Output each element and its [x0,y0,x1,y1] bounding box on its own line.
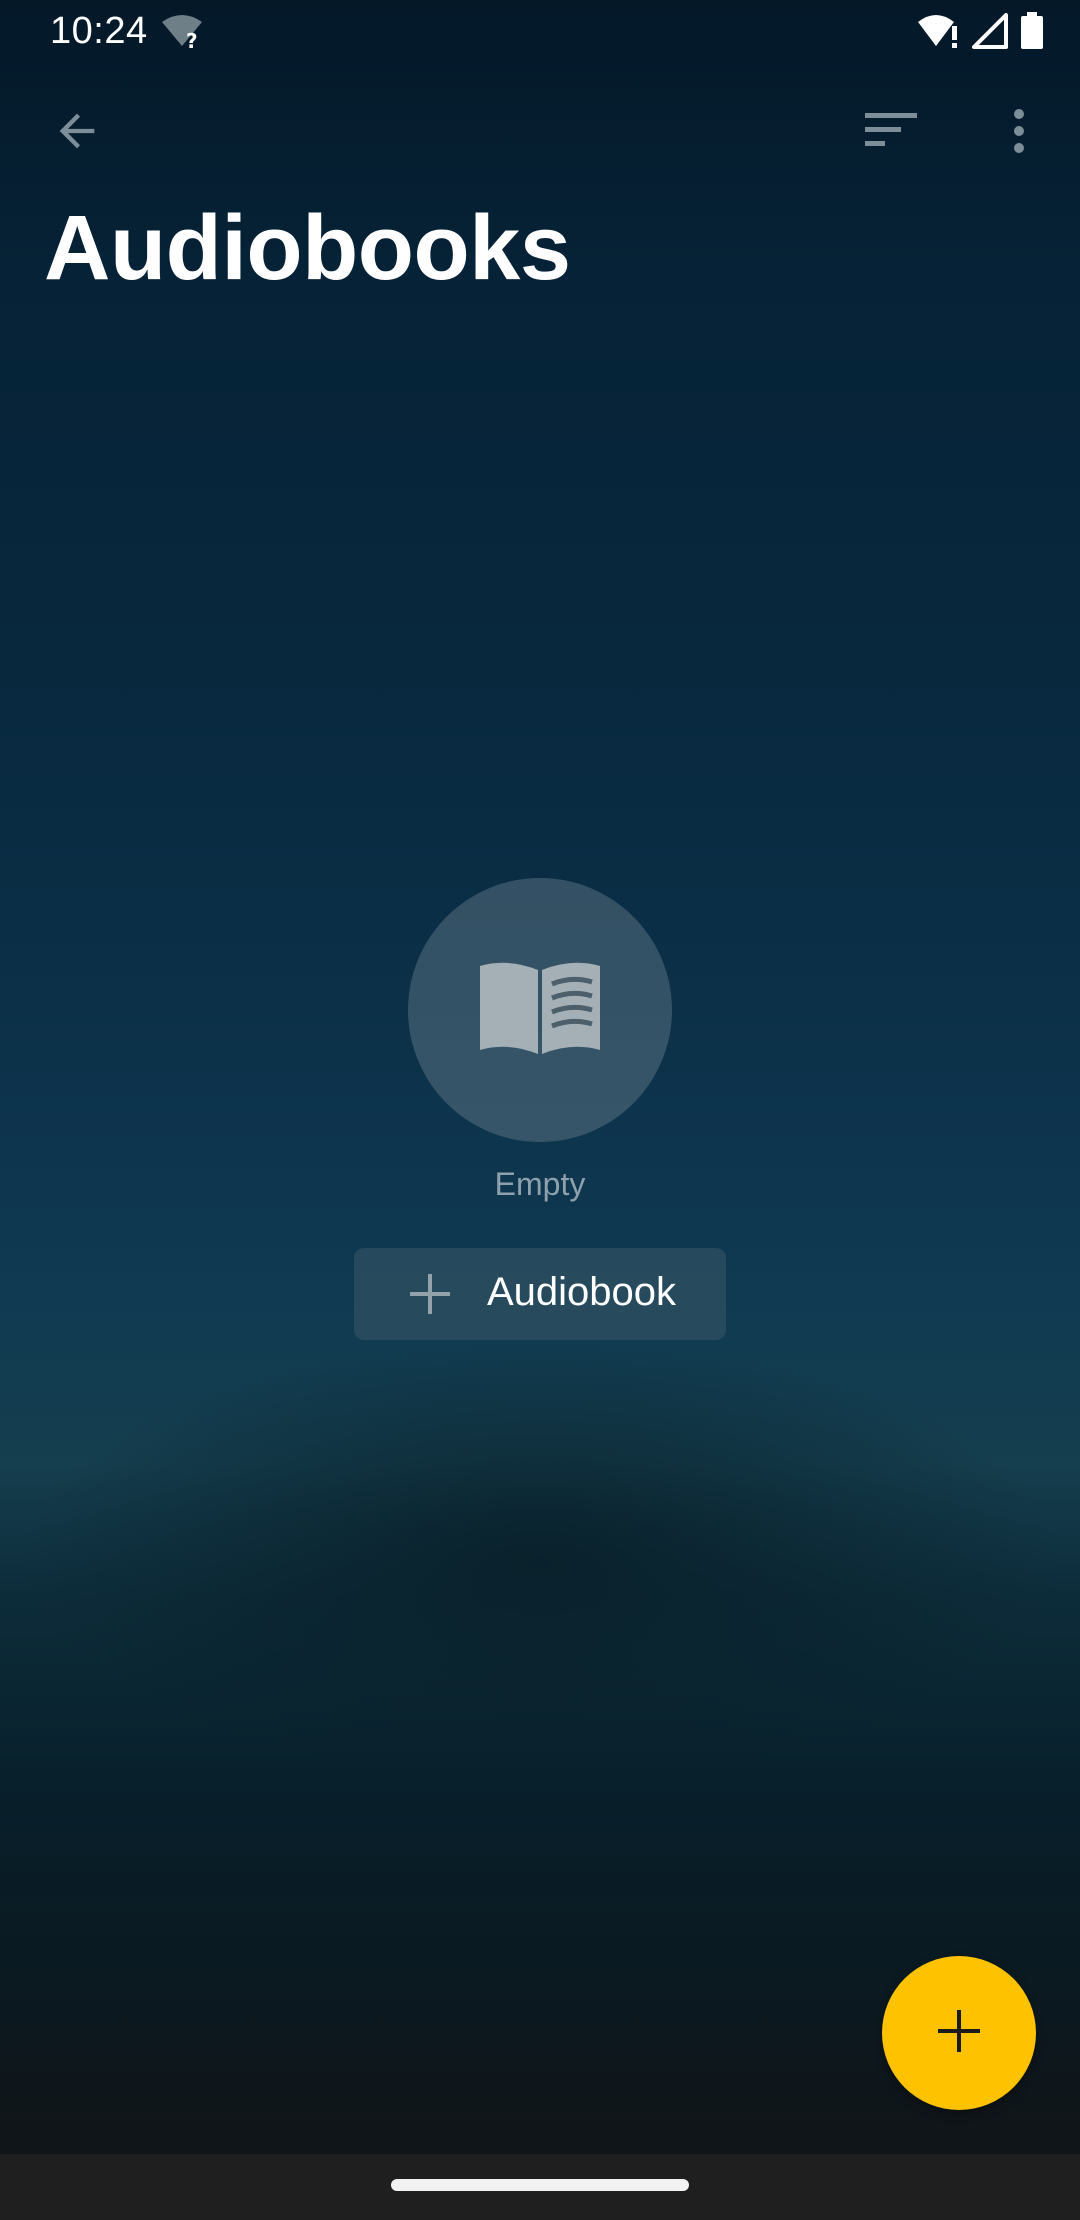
battery-icon [1020,12,1044,55]
wifi-unknown-icon: ? [160,14,204,55]
add-fab[interactable] [882,1956,1036,2110]
more-options-button[interactable] [976,90,1062,176]
status-bar: 10:24 ? [0,0,1080,66]
back-button[interactable] [34,90,120,176]
sort-button[interactable] [848,90,934,176]
add-audiobook-label: Audiobook [487,1270,677,1314]
app-bar [0,90,1080,176]
wifi-alert-icon [916,12,960,55]
more-vert-icon [1013,108,1025,159]
open-book-icon [478,960,602,1061]
cell-signal-icon [972,13,1008,54]
empty-state-illustration [408,878,672,1142]
add-audiobook-button[interactable]: Audiobook [354,1248,726,1340]
plus-icon [938,2009,980,2057]
arrow-back-icon [51,105,103,162]
page-title: Audiobooks [44,197,571,299]
empty-state-label: Empty [494,1166,586,1202]
home-gesture-handle[interactable] [391,2179,689,2191]
plus-icon [410,1274,450,1314]
svg-text:?: ? [186,29,198,50]
sort-icon [865,111,917,156]
status-time: 10:24 [50,10,148,52]
